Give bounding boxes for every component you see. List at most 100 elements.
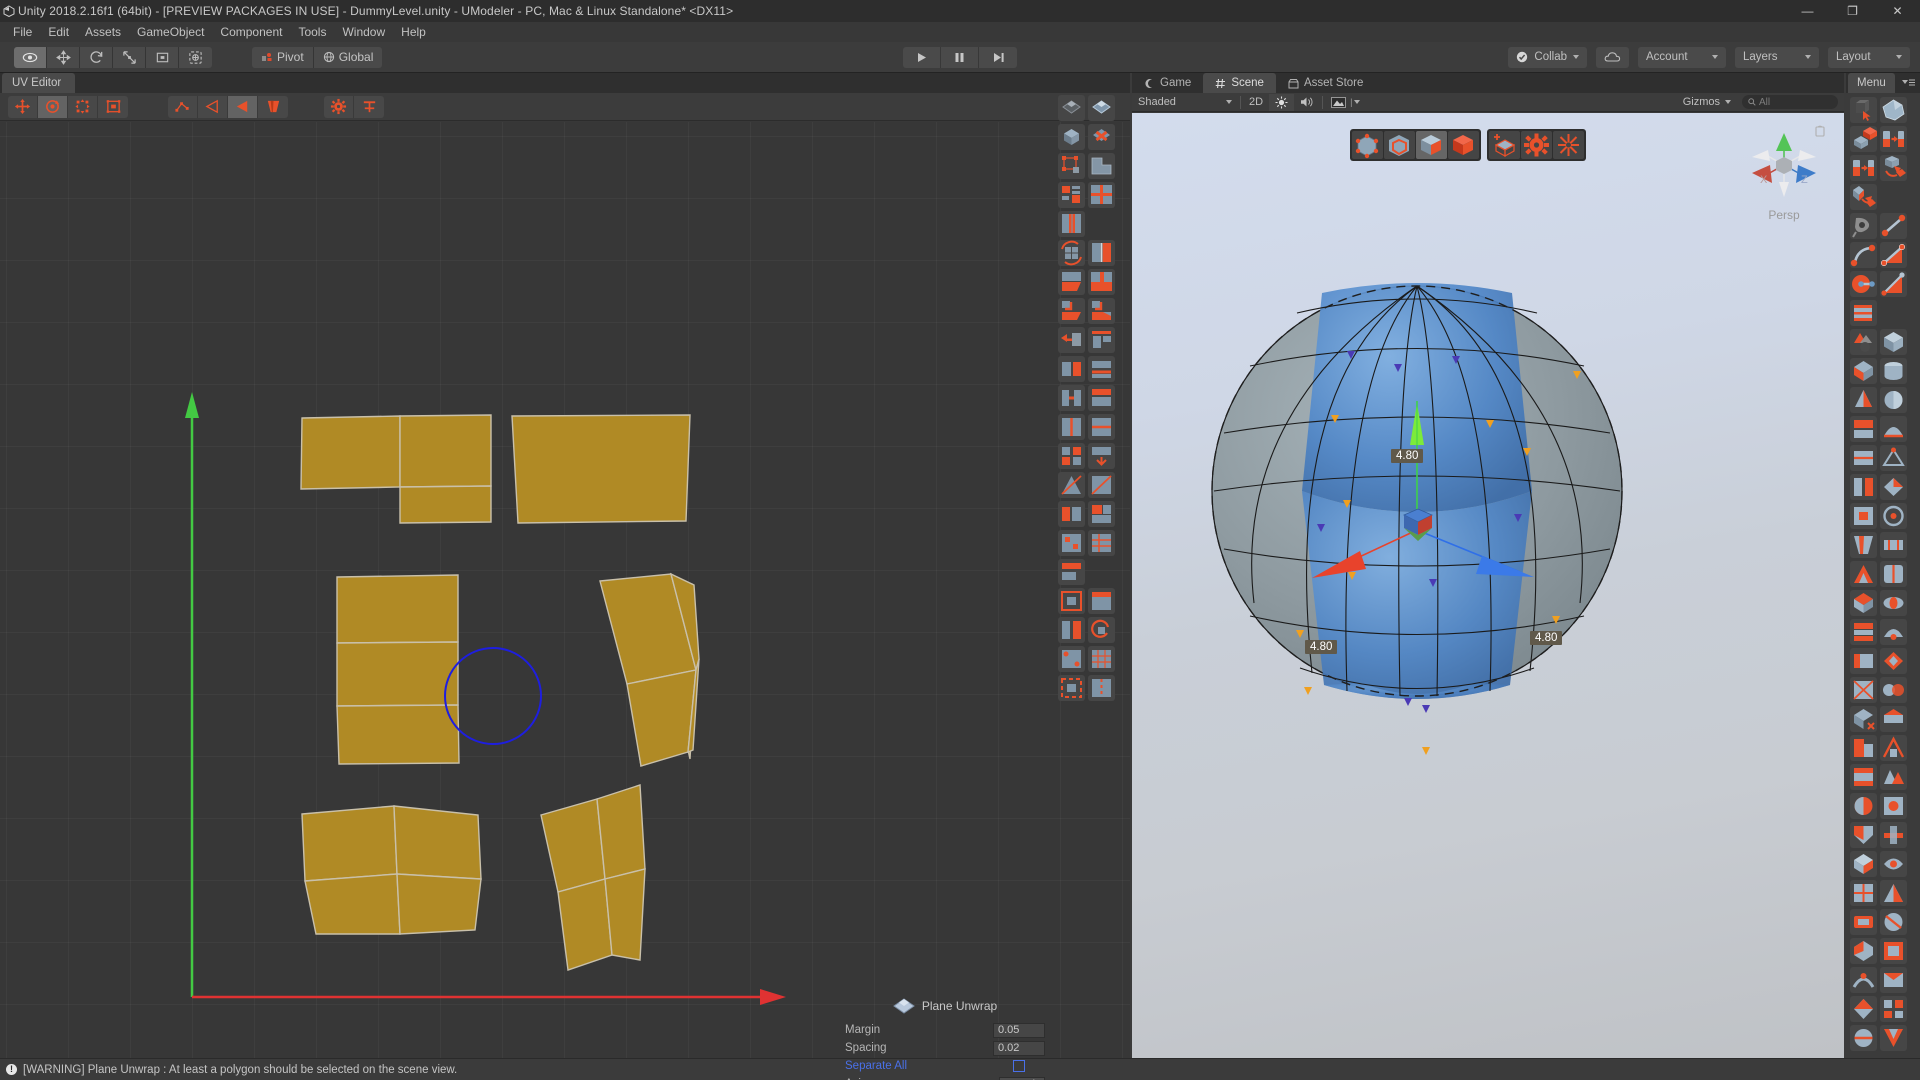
hamburger-menu-icon[interactable] [1900, 77, 1916, 87]
axis-dropdown[interactable]: Normal [999, 1076, 1045, 1080]
shape37-icon[interactable] [1850, 880, 1877, 906]
shape24-icon[interactable] [1880, 677, 1907, 703]
menu-gameobject[interactable]: GameObject [129, 23, 212, 41]
scene-effects-dropdown[interactable]: | [1325, 94, 1366, 111]
snap-uv-icon[interactable] [1058, 646, 1085, 672]
maximize-button[interactable]: ❐ [1830, 0, 1875, 22]
shape23-icon[interactable] [1850, 677, 1877, 703]
shape42-icon[interactable] [1880, 938, 1907, 964]
line-tool-icon[interactable] [1880, 213, 1907, 239]
shape8-icon[interactable] [1880, 445, 1907, 471]
umodeler-settings-gear-icon[interactable] [1521, 131, 1552, 159]
uv-pack-icon[interactable] [1058, 530, 1085, 556]
align-icon[interactable] [1850, 155, 1877, 181]
unstitch-icon[interactable] [1088, 675, 1115, 701]
uv-vertex-select-icon-button[interactable] [168, 95, 198, 118]
loop-cut-icon[interactable] [1058, 414, 1085, 440]
rotate-copy-icon[interactable] [1880, 155, 1907, 181]
uv-rect-icon-button[interactable] [98, 95, 128, 118]
shape16-icon[interactable] [1880, 561, 1907, 587]
close-button[interactable]: ✕ [1875, 0, 1920, 22]
cut-icon[interactable] [1088, 356, 1115, 382]
cube-primitive-icon[interactable] [1880, 329, 1907, 355]
duplicate-icon[interactable] [1850, 126, 1877, 152]
shape31-icon[interactable] [1850, 793, 1877, 819]
account-dropdown[interactable]: Account [1638, 46, 1726, 68]
shape29-icon[interactable] [1850, 764, 1877, 790]
shape1-icon[interactable] [1850, 358, 1877, 384]
cross-bevel-icon[interactable] [1088, 269, 1115, 295]
shape27-icon[interactable] [1850, 735, 1877, 761]
shape22-icon[interactable] [1880, 648, 1907, 674]
uv-scale-icon-button[interactable] [68, 95, 98, 118]
lshape-icon[interactable] [1088, 153, 1115, 179]
shape30-icon[interactable] [1880, 764, 1907, 790]
shape33-icon[interactable] [1850, 822, 1877, 848]
menu-component[interactable]: Component [212, 23, 290, 41]
shape20-icon[interactable] [1880, 619, 1907, 645]
unwrap-box-icon[interactable] [1088, 501, 1115, 527]
menu-help[interactable]: Help [393, 23, 434, 41]
fit-uv-icon[interactable] [1058, 588, 1085, 614]
shape19-icon[interactable] [1850, 619, 1877, 645]
toggle-lighting-button[interactable] [1269, 93, 1295, 111]
shape17-icon[interactable] [1850, 590, 1877, 616]
quadrangulate-icon[interactable] [1088, 472, 1115, 498]
shape21-icon[interactable] [1850, 648, 1877, 674]
umodeler-snap-icon[interactable] [1553, 131, 1584, 159]
rotate-tool-button[interactable] [80, 46, 113, 68]
shape18-icon[interactable] [1880, 590, 1907, 616]
grid-uv-icon[interactable] [1088, 646, 1115, 672]
shape4-icon[interactable] [1880, 387, 1907, 413]
unwrap-plane-icon[interactable] [1058, 501, 1085, 527]
dissolve-icon[interactable] [1058, 443, 1085, 469]
uv-layout-icon[interactable] [1088, 530, 1115, 556]
shape11-icon[interactable] [1850, 503, 1877, 529]
menu-tools[interactable]: Tools [290, 23, 334, 41]
shape32-icon[interactable] [1880, 793, 1907, 819]
align-uv-icon[interactable] [1058, 559, 1085, 585]
select-object-icon[interactable] [1850, 97, 1877, 123]
minimize-button[interactable]: — [1785, 0, 1830, 22]
flip-rotate-icon[interactable] [1850, 184, 1877, 210]
bevel-icon[interactable] [1058, 269, 1085, 295]
global-toggle[interactable]: Global [313, 46, 383, 68]
reset-uv-icon[interactable] [1088, 588, 1115, 614]
stair-tool-icon[interactable] [1880, 271, 1907, 297]
scene-orientation-gizmo[interactable]: X Z Persp [1738, 125, 1830, 229]
tab-game[interactable]: Game [1132, 73, 1203, 93]
plane-icon[interactable] [1058, 95, 1085, 121]
rotate-faces-icon[interactable] [1058, 240, 1085, 266]
play-button[interactable] [903, 46, 941, 68]
circle-tool-icon[interactable] [1850, 271, 1877, 297]
shape5-icon[interactable] [1850, 416, 1877, 442]
mirror-icon[interactable] [1880, 126, 1907, 152]
shape28-icon[interactable] [1880, 735, 1907, 761]
shading-mode-dropdown[interactable]: Shaded [1132, 94, 1238, 111]
fill-plane-icon[interactable] [1880, 242, 1907, 268]
cross-split-icon[interactable] [1088, 182, 1115, 208]
uv-move-icon-button[interactable] [8, 95, 38, 118]
spacing-input[interactable]: 0.02 [993, 1040, 1045, 1056]
plane-highlight-icon[interactable] [1088, 95, 1115, 121]
menu-assets[interactable]: Assets [77, 23, 129, 41]
hand-tool-button[interactable] [14, 46, 47, 68]
transform-tool-button[interactable] [179, 46, 212, 68]
tab-scene[interactable]: Scene [1203, 73, 1276, 93]
shape43-icon[interactable] [1850, 967, 1877, 993]
umodeler-face-mode-icon[interactable] [1416, 131, 1447, 159]
shape40-icon[interactable] [1880, 909, 1907, 935]
ring-cut-icon[interactable] [1088, 414, 1115, 440]
step-button[interactable] [979, 46, 1017, 68]
shape41-icon[interactable] [1850, 938, 1877, 964]
scene-viewport[interactable]: X Z Persp 4.80 4.80 4.80 [1132, 113, 1844, 1058]
menu-file[interactable]: File [5, 23, 40, 41]
split-grid-icon[interactable] [1058, 182, 1085, 208]
delete-face-icon[interactable] [1088, 124, 1115, 150]
shape26-icon[interactable] [1880, 706, 1907, 732]
shape3-icon[interactable] [1850, 387, 1877, 413]
separate-all-checkbox[interactable] [1013, 1060, 1025, 1072]
extrude-arc-icon[interactable] [1088, 298, 1115, 324]
weld-icon[interactable] [1058, 385, 1085, 411]
gizmos-dropdown[interactable]: Gizmos [1677, 94, 1737, 111]
